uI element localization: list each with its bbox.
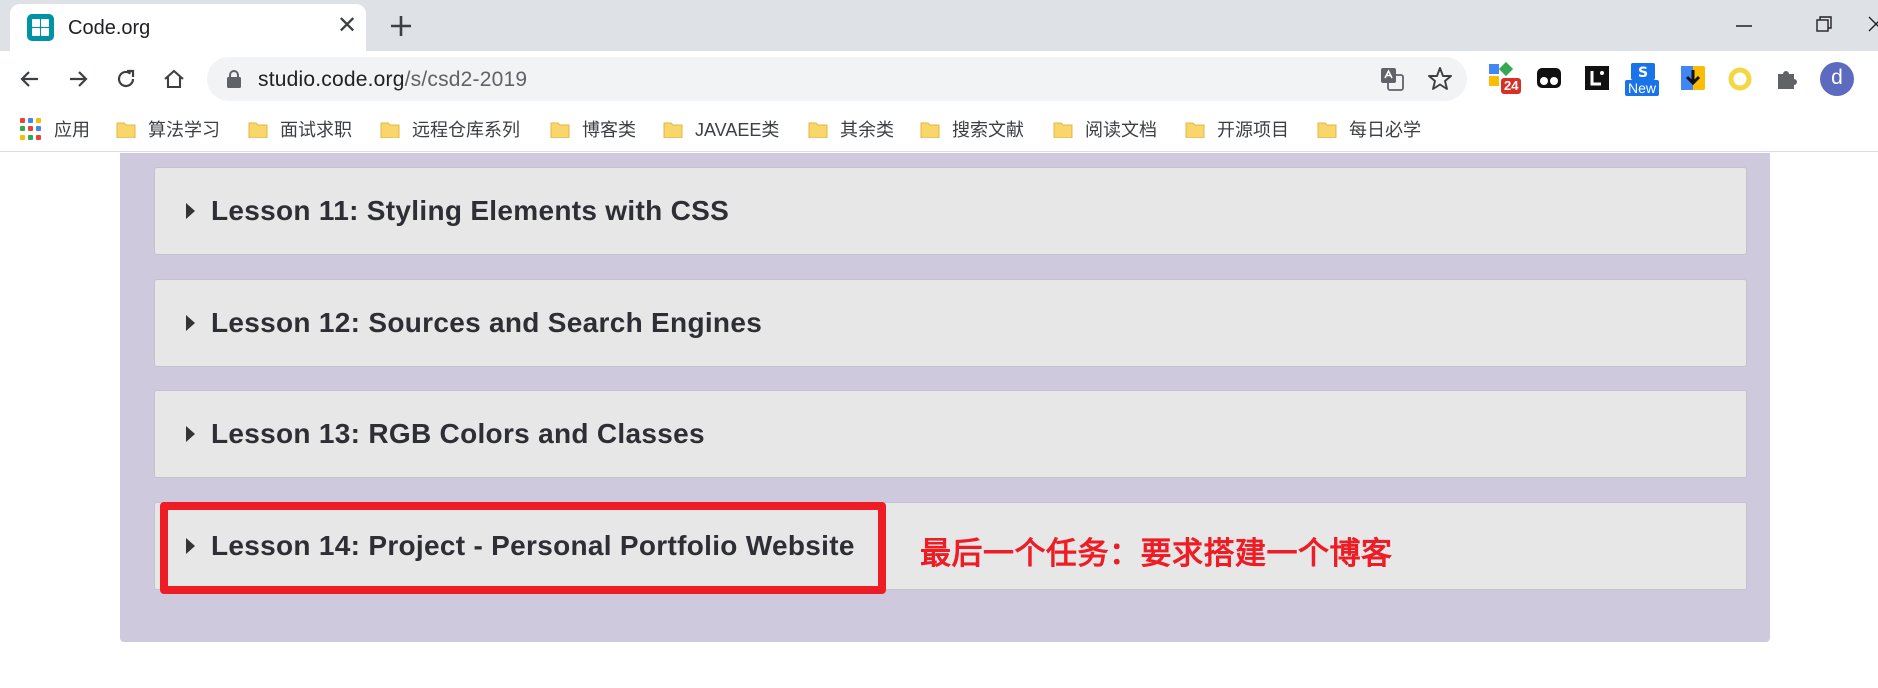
extension-tampermonkey[interactable]: [1533, 62, 1567, 96]
tampermonkey-icon: [1537, 68, 1561, 88]
profile-avatar[interactable]: d: [1820, 62, 1854, 96]
bookmark-label: 搜索文献: [952, 120, 1024, 140]
arrow-left-icon: [20, 71, 38, 87]
bookmarks-bar: 应用 算法学习 面试求职 远程仓库系列 博客类 JAVAEE类 其余类 搜索文献…: [0, 107, 1878, 152]
folder-icon: [808, 122, 828, 138]
arrow-right-icon: [70, 71, 88, 87]
lesson-title: Lesson 13: RGB Colors and Classes: [211, 418, 705, 449]
star-icon: [1428, 67, 1452, 90]
bookmark-label: 面试求职: [280, 120, 352, 140]
url-path: /s/csd2-2019: [404, 68, 528, 91]
bookmark-label: 阅读文档: [1085, 120, 1157, 140]
bookmark-label: 其余类: [840, 120, 894, 140]
plus-icon: [391, 16, 411, 36]
folder-icon: [1185, 122, 1205, 138]
extension-l[interactable]: [1581, 62, 1615, 96]
page-content: Lesson 11: Styling Elements with CSS Les…: [0, 153, 1878, 688]
forward-button[interactable]: [60, 61, 96, 97]
lesson-row-13[interactable]: Lesson 13: RGB Colors and Classes: [154, 390, 1747, 478]
code-org-favicon-icon: [27, 14, 54, 41]
translate-icon: [1381, 68, 1404, 91]
bookmark-folder[interactable]: 阅读文档: [1053, 116, 1157, 142]
bookmark-apps[interactable]: 应用: [20, 116, 90, 142]
folder-icon: [1317, 122, 1337, 138]
extension-download[interactable]: [1677, 62, 1711, 96]
folder-icon: [550, 122, 570, 138]
bookmark-folder[interactable]: 面试求职: [248, 116, 352, 142]
bookmark-label: 开源项目: [1217, 120, 1289, 140]
bookmark-folder[interactable]: 其余类: [808, 116, 894, 142]
folder-icon: [663, 122, 683, 138]
download-icon: [1681, 66, 1705, 90]
reload-icon: [117, 69, 135, 88]
restore-icon: [1816, 16, 1832, 32]
minimize-icon: [1736, 25, 1752, 27]
extension-circle[interactable]: [1723, 62, 1757, 96]
tab-title: Code.org: [68, 17, 151, 39]
new-tab-button[interactable]: [384, 9, 418, 43]
folder-icon: [380, 122, 400, 138]
bookmark-label: 应用: [54, 120, 90, 140]
caret-right-icon: [186, 203, 195, 219]
lock-icon: [227, 70, 241, 88]
bookmark-label: 远程仓库系列: [412, 120, 520, 140]
bookmark-label: 算法学习: [148, 120, 220, 140]
bookmark-folder[interactable]: 算法学习: [116, 116, 220, 142]
address-bar[interactable]: studio.code.org/s/csd2-2019: [207, 57, 1467, 101]
lesson-title: Lesson 11: Styling Elements with CSS: [211, 195, 730, 226]
close-window-button[interactable]: [1856, 6, 1878, 40]
folder-icon: [920, 122, 940, 138]
apps-grid-icon: [20, 118, 42, 140]
minimize-button[interactable]: [1724, 6, 1764, 40]
bookmark-folder[interactable]: 博客类: [550, 116, 636, 142]
tab-strip: Code.org ✕: [0, 0, 1878, 51]
restore-button[interactable]: [1804, 6, 1844, 40]
browser-tab[interactable]: Code.org ✕: [10, 4, 366, 51]
extensions-menu-button[interactable]: [1771, 62, 1805, 96]
lesson-row-11[interactable]: Lesson 11: Styling Elements with CSS: [154, 167, 1747, 255]
tab-close-button[interactable]: ✕: [332, 11, 362, 41]
bookmark-star-button[interactable]: [1426, 65, 1454, 93]
folder-icon: [248, 122, 268, 138]
l-extension-icon: [1585, 66, 1609, 90]
caret-right-icon: [186, 426, 195, 442]
home-icon: [164, 69, 184, 89]
lesson-row-12[interactable]: Lesson 12: Sources and Search Engines: [154, 279, 1747, 367]
bookmark-folder[interactable]: 远程仓库系列: [380, 116, 520, 142]
bookmark-label: 博客类: [582, 120, 636, 140]
extension-new[interactable]: S New: [1625, 62, 1660, 96]
caret-right-icon: [186, 315, 195, 331]
translate-button[interactable]: [1378, 65, 1406, 93]
new-badge: New: [1625, 80, 1660, 96]
home-button[interactable]: [156, 61, 192, 97]
lesson-title: Lesson 12: Sources and Search Engines: [211, 307, 763, 338]
extension-tab-manager[interactable]: 24: [1487, 61, 1522, 96]
url-text: studio.code.org/s/csd2-2019: [258, 68, 527, 92]
bookmark-folder[interactable]: JAVAEE类: [663, 116, 779, 142]
bookmark-folder[interactable]: 开源项目: [1185, 116, 1289, 142]
svg-text:S: S: [1638, 65, 1648, 81]
bookmark-folder[interactable]: 每日必学: [1317, 116, 1421, 142]
bookmark-label: 每日必学: [1349, 120, 1421, 140]
ring-icon: [1728, 67, 1752, 91]
url-host: studio.code.org: [258, 68, 405, 91]
reload-button[interactable]: [108, 61, 144, 97]
folder-icon: [116, 122, 136, 138]
folder-icon: [1053, 122, 1073, 138]
back-button[interactable]: [12, 61, 48, 97]
bookmark-label: JAVAEE类: [695, 120, 780, 140]
browser-toolbar: studio.code.org/s/csd2-2019 24 S New d: [0, 51, 1878, 107]
extension-badge: 24: [1501, 78, 1522, 94]
close-icon: [1868, 16, 1878, 32]
annotation-text: 最后一个任务：要求搭建一个博客: [920, 536, 1393, 572]
red-highlight-box: [160, 502, 886, 594]
bookmark-folder[interactable]: 搜索文献: [920, 116, 1024, 142]
puzzle-icon: [1778, 71, 1797, 89]
